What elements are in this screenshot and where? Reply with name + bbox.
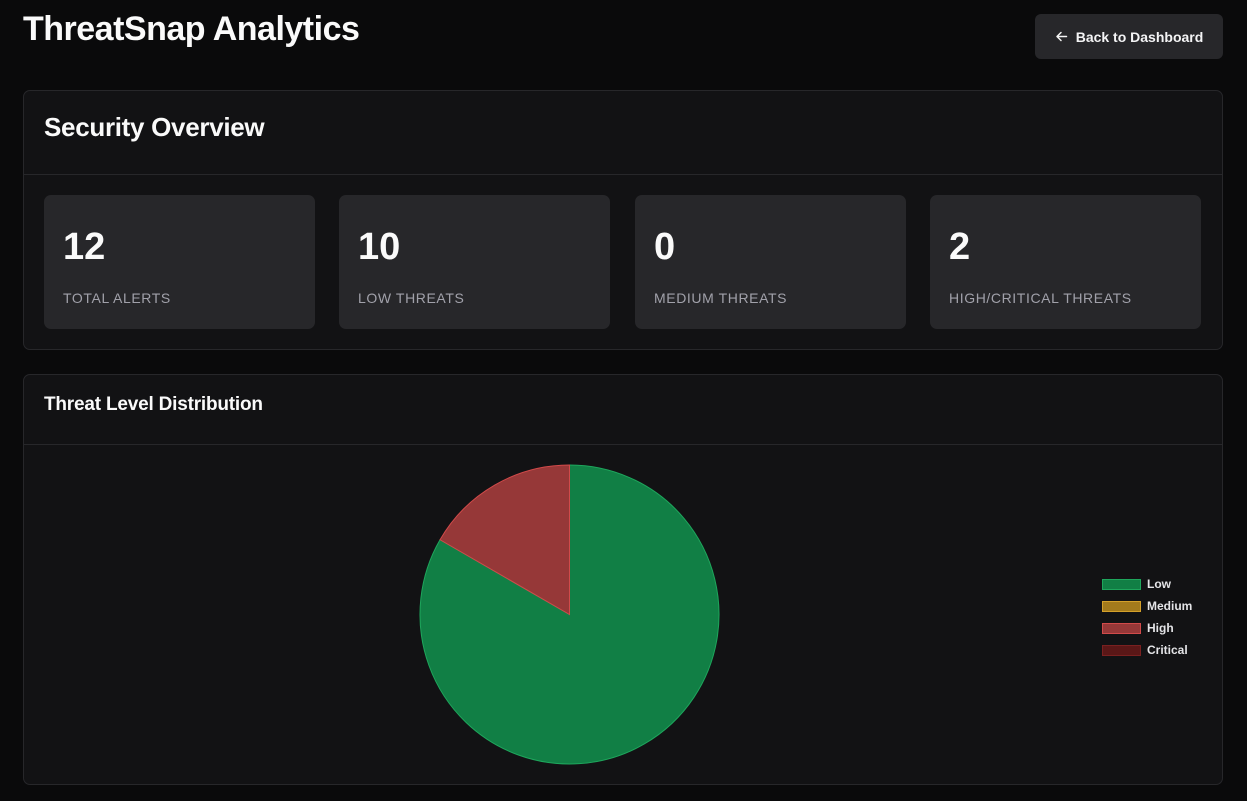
- legend-label: High: [1147, 621, 1174, 635]
- stat-value: 0: [654, 226, 676, 268]
- legend-item-medium[interactable]: Medium: [1102, 595, 1192, 617]
- stat-label: MEDIUM THREATS: [654, 290, 788, 306]
- threat-pie-chart: [418, 463, 721, 766]
- legend-item-critical[interactable]: Critical: [1102, 639, 1192, 661]
- app-title: ThreatSnap Analytics: [23, 10, 360, 48]
- arrow-left-icon: [1055, 30, 1068, 43]
- stat-card-high-critical-threats: 2 HIGH/CRITICAL THREATS: [930, 195, 1201, 329]
- stat-label: TOTAL ALERTS: [63, 290, 171, 306]
- stat-label: HIGH/CRITICAL THREATS: [949, 290, 1132, 306]
- legend-item-low[interactable]: Low: [1102, 573, 1192, 595]
- stat-value: 10: [358, 226, 401, 268]
- stat-label: LOW THREATS: [358, 290, 465, 306]
- security-overview-card: Security Overview 12 TOTAL ALERTS 10 LOW…: [23, 90, 1223, 350]
- legend-label: Critical: [1147, 643, 1188, 657]
- threat-distribution-title: Threat Level Distribution: [44, 394, 263, 415]
- stat-card-medium-threats: 0 MEDIUM THREATS: [635, 195, 906, 329]
- legend-swatch: [1102, 622, 1141, 634]
- legend-label: Low: [1147, 577, 1171, 591]
- stat-value: 2: [949, 226, 971, 268]
- threat-distribution-card: Threat Level Distribution Low Medium High C…: [23, 374, 1223, 785]
- legend-label: Medium: [1147, 599, 1193, 613]
- back-to-dashboard-button[interactable]: Back to Dashboard: [1035, 14, 1223, 59]
- stat-card-total-alerts: 12 TOTAL ALERTS: [44, 195, 315, 329]
- security-overview-header: Security Overview: [24, 91, 1222, 175]
- legend-swatch: [1102, 600, 1141, 612]
- back-to-dashboard-label: Back to Dashboard: [1075, 28, 1204, 45]
- top-bar: ThreatSnap Analytics Back to Dashboard: [0, 0, 1247, 76]
- stat-value: 12: [63, 226, 106, 268]
- legend-swatch: [1102, 644, 1141, 656]
- threat-distribution-header: Threat Level Distribution: [24, 375, 1222, 445]
- chart-legend: Low Medium High Critical: [1102, 573, 1192, 661]
- pie-svg: [419, 464, 720, 765]
- legend-item-high[interactable]: High: [1102, 617, 1192, 639]
- legend-swatch: [1102, 578, 1141, 590]
- security-overview-title: Security Overview: [44, 112, 265, 142]
- stat-card-low-threats: 10 LOW THREATS: [339, 195, 610, 329]
